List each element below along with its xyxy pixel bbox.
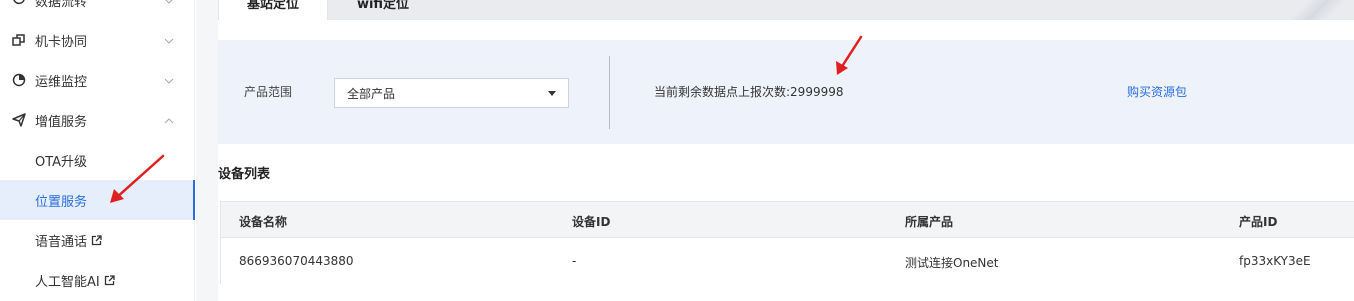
chevron-up-icon [164, 115, 174, 125]
external-link-icon [91, 234, 102, 246]
sidebar-subitem-ai[interactable]: 人工智能AI [0, 260, 195, 300]
device-table: 设备名称 设备ID 所属产品 产品ID 866936070443880 - 测试… [220, 201, 1354, 284]
sidebar-subitem-voice[interactable]: 语音通话 [0, 220, 195, 260]
sidebar-item-value-added[interactable]: 增值服务 [0, 100, 195, 140]
sidebar-item-label: 运维监控 [35, 74, 88, 90]
cell-device-id: - [572, 254, 577, 268]
sidebar: 数据流转 机卡协同 运维监控 增值服务 OTA升级 位置服务 语音通话 人工智能… [0, 0, 195, 301]
chevron-down-icon [164, 0, 174, 5]
vertical-divider [609, 56, 610, 129]
caret-down-icon [548, 91, 556, 96]
sidebar-item-label: 机卡协同 [35, 34, 88, 50]
select-value: 全部产品 [347, 86, 396, 101]
column-header-device-id: 设备ID [572, 215, 611, 229]
column-header-product-id: 产品ID [1239, 215, 1278, 229]
chevron-down-icon [164, 35, 174, 45]
main-content: 基站定位 wifi定位 产品范围 全部产品 当前剩余数据点上报次数:299999… [196, 0, 1354, 301]
external-link-icon [104, 274, 115, 286]
device-list-title: 设备列表 [218, 167, 271, 182]
send-icon [12, 113, 26, 127]
flow-icon [12, 0, 26, 7]
tab-label: wifi定位 [356, 0, 410, 12]
cell-device-name: 866936070443880 [239, 254, 354, 268]
remaining-count-label: 当前剩余数据点上报次数: [654, 85, 791, 99]
link-icon [12, 33, 26, 47]
product-scope-select[interactable]: 全部产品 [334, 78, 569, 108]
column-header-device-name: 设备名称 [239, 215, 288, 229]
sidebar-item-ops-monitor[interactable]: 运维监控 [0, 60, 195, 100]
tab-wifi[interactable]: wifi定位 [328, 0, 438, 20]
chevron-down-icon [164, 75, 174, 85]
cell-product: 测试连接OneNet [905, 256, 999, 270]
cell-product-id: fp33xKY3eE [1239, 254, 1311, 268]
tab-label: 基站定位 [246, 0, 299, 12]
table-row[interactable]: 866936070443880 - 测试连接OneNet fp33xKY3eE [221, 238, 1354, 284]
table-header: 设备名称 设备ID 所属产品 产品ID [221, 202, 1354, 238]
filter-panel: 产品范围 全部产品 当前剩余数据点上报次数:2999998 购买资源包 [218, 40, 1354, 144]
sidebar-subitem-location[interactable]: 位置服务 [0, 180, 195, 220]
column-header-product: 所属产品 [905, 215, 954, 229]
remaining-count-value: 2999998 [790, 85, 844, 99]
main-gutter [196, 0, 218, 301]
buy-resource-pack-link[interactable]: 购买资源包 [1127, 83, 1187, 100]
product-scope-label: 产品范围 [244, 85, 293, 99]
sidebar-item-data-flow[interactable]: 数据流转 [0, 0, 195, 20]
sidebar-subitem-label: 位置服务 [35, 194, 88, 210]
sidebar-subitem-ota[interactable]: OTA升级 [0, 140, 195, 180]
sidebar-subitem-label: OTA升级 [35, 154, 88, 170]
monitor-icon [12, 73, 26, 87]
remaining-count: 当前剩余数据点上报次数:2999998 [654, 83, 844, 100]
tab-bar-decoration [1268, 0, 1354, 20]
tab-base-station[interactable]: 基站定位 [218, 0, 328, 20]
sidebar-item-card-collab[interactable]: 机卡协同 [0, 20, 195, 60]
sidebar-item-label: 数据流转 [35, 0, 88, 10]
sidebar-subitem-label: 语音通话 [35, 234, 88, 250]
sidebar-subitem-label: 人工智能AI [35, 274, 100, 290]
sidebar-item-label: 增值服务 [35, 114, 88, 130]
